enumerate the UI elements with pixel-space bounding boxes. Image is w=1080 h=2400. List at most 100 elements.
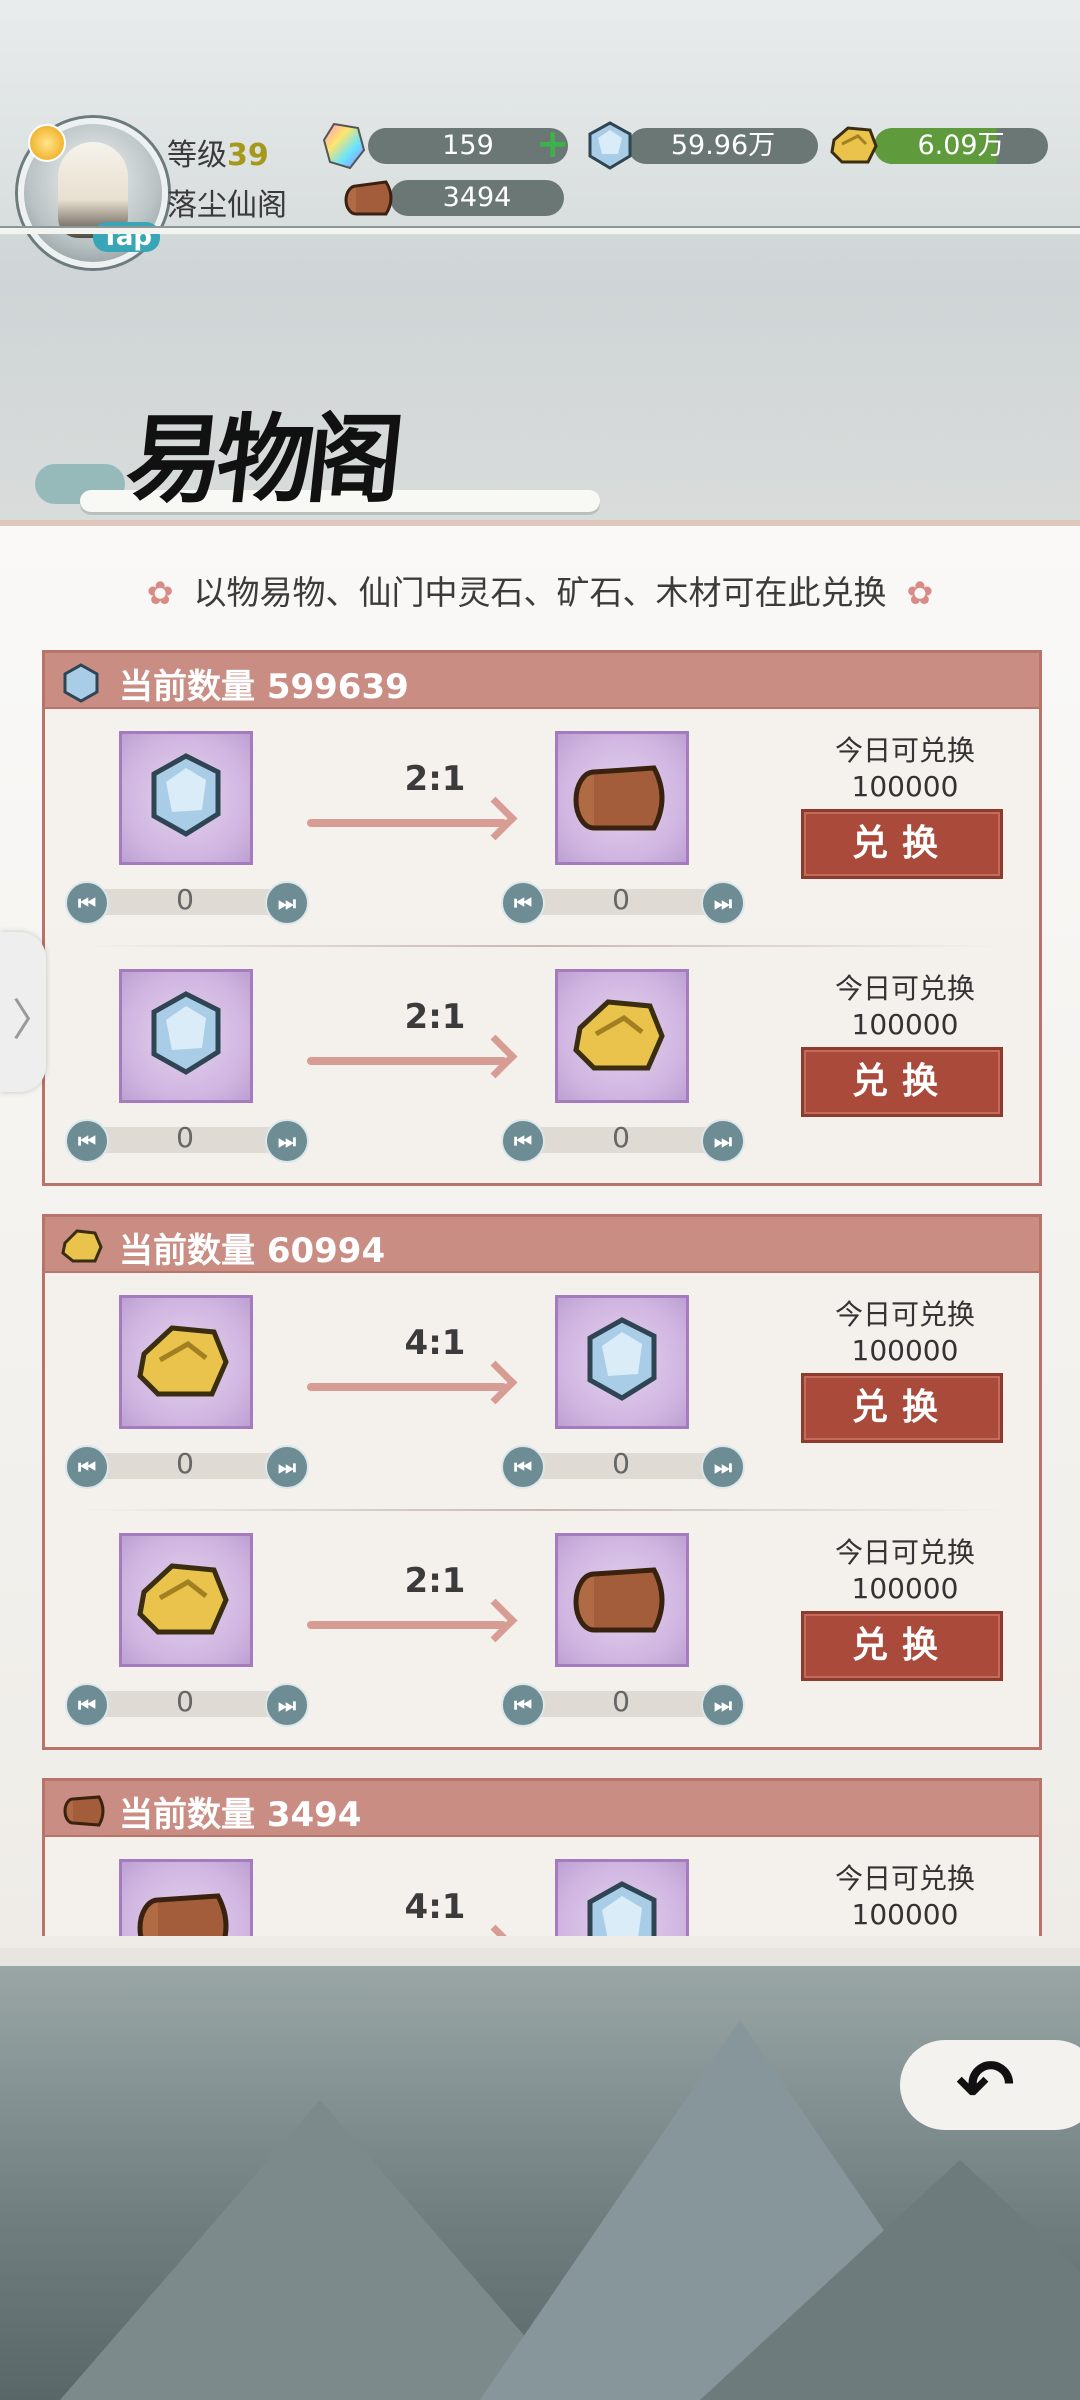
gold-counter: 6.09万 (874, 128, 1048, 164)
min-button[interactable]: ⏮ (65, 1445, 109, 1489)
to-qty-value: 0 (612, 1121, 630, 1154)
hud-divider (0, 226, 1080, 234)
daily-limit-label: 今日可兑换 (834, 1536, 975, 1569)
exchange-row: 4:1 ⏮ 0 ⏭ ⏮ 0 ⏭ 今日可兑换 100000 兑换 (45, 1273, 1039, 1511)
daily-limit-label: 今日可兑换 (834, 734, 975, 767)
daily-limit-value: 100000 (851, 1008, 959, 1041)
group-header: 当前数量 60994 (45, 1217, 1039, 1273)
exchange-row: 2:1 ⏮ 0 ⏭ ⏮ 0 ⏭ 今日可兑换 100000 兑换 (45, 1511, 1039, 1749)
daily-limit-label: 今日可兑换 (834, 1862, 975, 1895)
daily-limit: 今日可兑换 100000 (805, 1861, 1005, 1933)
current-amount: 当前数量 60994 (119, 1231, 386, 1271)
daily-limit-value: 100000 (851, 1572, 959, 1605)
from-item-slot (119, 1533, 253, 1667)
exchange-button[interactable]: 兑换 (801, 1611, 1003, 1681)
gold-icon (573, 999, 665, 1071)
daily-limit-value: 100000 (851, 1334, 959, 1367)
daily-limit-label: 今日可兑换 (834, 972, 975, 1005)
page-title: 易物阁 (121, 403, 404, 516)
ore-counter: 59.96万 (628, 128, 818, 164)
from-qty-value: 0 (176, 1447, 194, 1480)
from-item-slot (119, 969, 253, 1103)
exchange-panel: ✿ 以物易物、仙门中灵石、矿石、木材可在此兑换 ✿ 当前数量 599639 2:1 (0, 520, 1080, 1970)
wood-counter: 3494 (390, 180, 564, 216)
max-button[interactable]: ⏭ (265, 1445, 309, 1489)
panel-subtitle: ✿ 以物易物、仙门中灵石、矿石、木材可在此兑换 ✿ (0, 566, 1080, 614)
ore-icon (63, 663, 99, 703)
max-button[interactable]: ⏭ (701, 1683, 745, 1727)
min-button[interactable]: ⏮ (501, 881, 545, 925)
to-item-slot (555, 969, 689, 1103)
from-qty-stepper: ⏮ 0 ⏭ (65, 1445, 309, 1489)
max-button[interactable]: ⏭ (265, 1683, 309, 1727)
from-item-slot (119, 1859, 253, 1936)
top-hud: Tap 等级39 落尘仙阁 159 + 59.96万 6.09万 3494 (0, 0, 1080, 268)
wood-icon (137, 1893, 229, 1936)
arrow-right-icon (307, 1621, 507, 1629)
wood-icon (573, 1567, 665, 1633)
exchange-ratio: 4:1 (404, 1323, 466, 1363)
back-button[interactable]: ↶ (900, 2030, 1080, 2140)
group-header: 当前数量 599639 (45, 653, 1039, 709)
to-qty-stepper: ⏮ 0 ⏭ (501, 1119, 745, 1163)
back-arrow-icon: ↶ (956, 2044, 1015, 2126)
group-header: 当前数量 3494 (45, 1781, 1039, 1837)
ore-icon (151, 753, 221, 837)
exchange-button[interactable]: 兑换 (801, 809, 1003, 879)
exchange-button[interactable]: 兑换 (801, 1373, 1003, 1443)
min-button[interactable]: ⏮ (65, 881, 109, 925)
max-button[interactable]: ⏭ (265, 1119, 309, 1163)
ore-icon (587, 1881, 657, 1936)
max-button[interactable]: ⏭ (701, 1445, 745, 1489)
min-button[interactable]: ⏮ (501, 1445, 545, 1489)
to-item-slot (555, 1533, 689, 1667)
exchange-ratio: 2:1 (404, 1561, 466, 1601)
daily-limit-label: 今日可兑换 (834, 1298, 975, 1331)
current-amount: 当前数量 3494 (119, 1795, 362, 1835)
wood-exchange-group: 当前数量 3494 4:1 今日可兑换 100000 兑换 (42, 1778, 1042, 1936)
exchange-ratio: 4:1 (404, 1887, 466, 1927)
add-crystal-button[interactable]: + (536, 124, 570, 164)
gold-icon (830, 126, 878, 164)
to-qty-stepper: ⏮ 0 ⏭ (501, 1445, 745, 1489)
flower-icon: ✿ (146, 574, 174, 612)
ore-icon (151, 991, 221, 1075)
arrow-right-icon (307, 1383, 507, 1391)
subtitle-text: 以物易物、仙门中灵石、矿石、木材可在此兑换 (193, 573, 887, 612)
arrow-right-icon (307, 819, 507, 827)
min-button[interactable]: ⏮ (65, 1683, 109, 1727)
ore-icon (588, 121, 632, 170)
ore-icon (587, 1317, 657, 1401)
from-qty-stepper: ⏮ 0 ⏭ (65, 1119, 309, 1163)
side-drawer-tab[interactable]: 〉 (0, 932, 56, 1092)
to-qty-stepper: ⏮ 0 ⏭ (501, 1683, 745, 1727)
min-button[interactable]: ⏮ (65, 1119, 109, 1163)
from-qty-value: 0 (176, 883, 194, 916)
daily-limit: 今日可兑换 100000 (805, 971, 1005, 1043)
exchange-button[interactable]: 兑换 (801, 1047, 1003, 1117)
min-button[interactable]: ⏮ (501, 1119, 545, 1163)
sect-name: 落尘仙阁 (167, 188, 287, 223)
from-qty-value: 0 (176, 1685, 194, 1718)
daily-limit: 今日可兑换 100000 (805, 1535, 1005, 1607)
max-button[interactable]: ⏭ (265, 881, 309, 925)
wood-icon (63, 1795, 105, 1827)
daily-limit-value: 100000 (851, 770, 959, 803)
max-button[interactable]: ⏭ (701, 881, 745, 925)
spirit-crystal-icon (322, 122, 366, 170)
from-qty-value: 0 (176, 1121, 194, 1154)
exchange-ratio: 2:1 (404, 759, 466, 799)
level-label: 等级 (167, 138, 227, 173)
min-button[interactable]: ⏮ (501, 1683, 545, 1727)
from-item-slot (119, 1295, 253, 1429)
exchange-list[interactable]: 当前数量 599639 2:1 ⏮ 0 ⏭ ⏮ 0 ⏭ 今日可兑换 100000… (0, 626, 1080, 1936)
daily-limit-value: 100000 (851, 1898, 959, 1931)
to-qty-stepper: ⏮ 0 ⏭ (501, 881, 745, 925)
flower-icon: ✿ (906, 574, 934, 612)
exchange-row: 2:1 ⏮ 0 ⏭ ⏮ 0 ⏭ 今日可兑换 100000 兑换 (45, 947, 1039, 1185)
daily-limit: 今日可兑换 100000 (805, 1297, 1005, 1369)
sun-icon (28, 124, 66, 162)
from-qty-stepper: ⏮ 0 ⏭ (65, 1683, 309, 1727)
to-item-slot (555, 1295, 689, 1429)
max-button[interactable]: ⏭ (701, 1119, 745, 1163)
